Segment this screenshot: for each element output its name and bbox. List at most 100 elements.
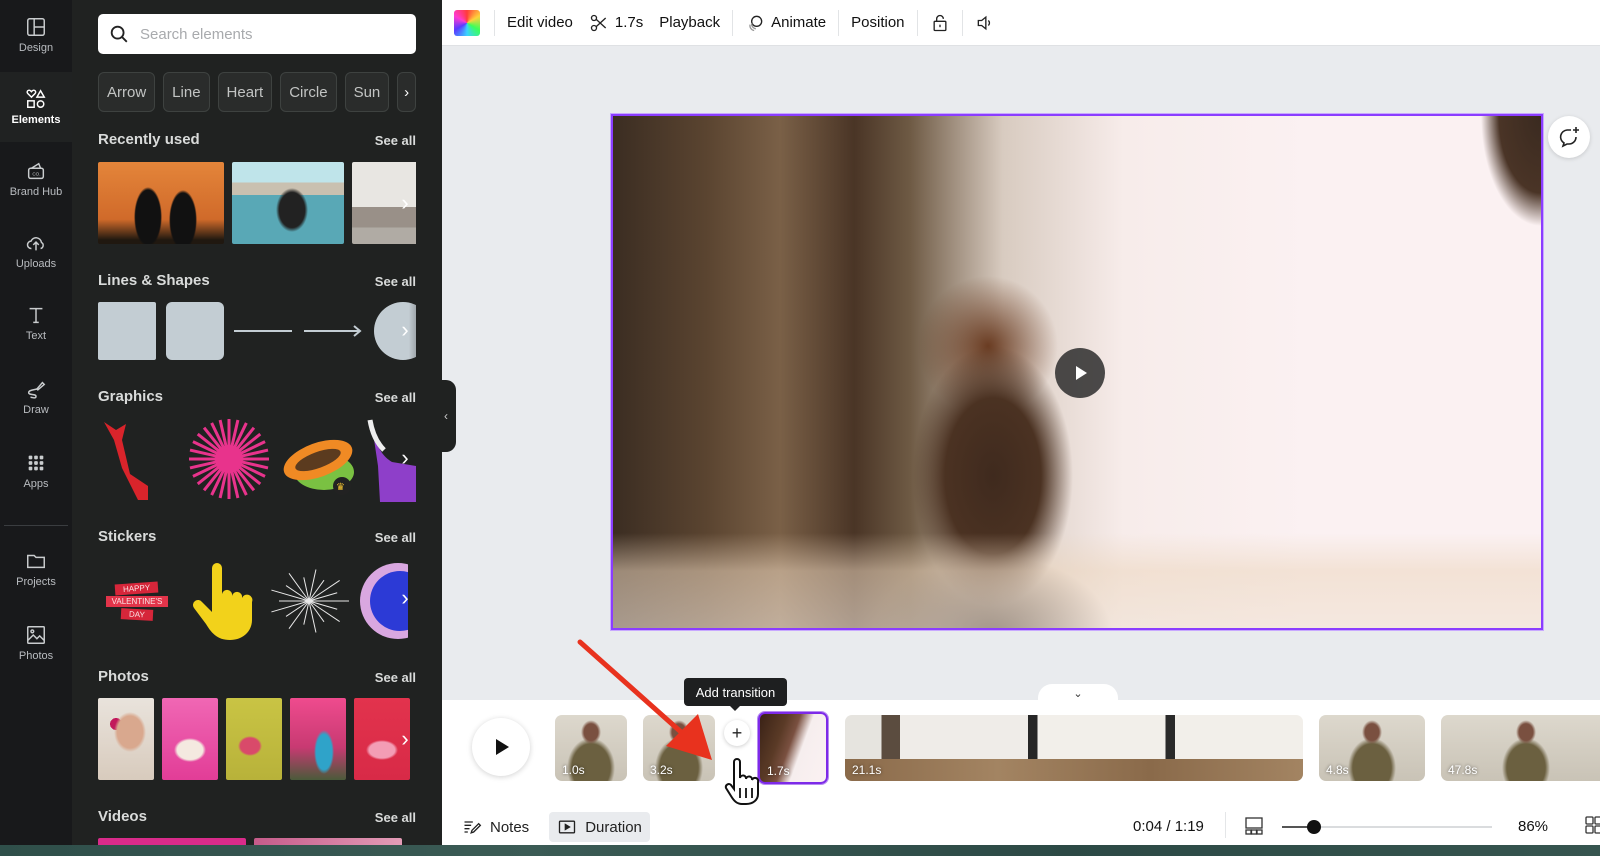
photos-next-button[interactable]: ›: [394, 721, 416, 757]
edit-video-button[interactable]: Edit video: [495, 0, 585, 46]
sidebar-item-label: Design: [18, 42, 54, 54]
chevron-left-icon: ‹: [444, 409, 448, 423]
graphic-papaya[interactable]: ♛: [276, 416, 362, 502]
starburst-center: [215, 445, 243, 473]
sticker-yellow-hand[interactable]: [182, 560, 260, 642]
chips-next-button[interactable]: ›: [397, 72, 416, 112]
photo-two-women[interactable]: [290, 698, 346, 780]
video-thumb[interactable]: [254, 838, 402, 845]
graphic-pink-starburst[interactable]: [186, 416, 272, 502]
shape-square[interactable]: [98, 302, 156, 360]
thumbnail-view-icon[interactable]: [1244, 816, 1264, 836]
add-comment-button[interactable]: [1548, 116, 1590, 158]
graphics-row: ♛: [98, 416, 416, 502]
shape-arrow-line[interactable]: [302, 302, 364, 360]
timeline-clip[interactable]: 4.8s: [1319, 715, 1425, 781]
graphic-red-hand[interactable]: [98, 416, 182, 502]
video-thumb[interactable]: [98, 838, 246, 845]
sidebar-item-projects[interactable]: Projects: [0, 534, 72, 604]
svg-text:CO.: CO.: [32, 172, 40, 177]
chevron-right-icon: ›: [401, 445, 409, 470]
position-label: Position: [851, 14, 905, 31]
timeline-toggle-button[interactable]: ⌄: [1038, 684, 1118, 702]
playback-button[interactable]: Playback: [655, 0, 732, 46]
timeline-clip-selected[interactable]: 1.7s: [757, 711, 829, 785]
chip-arrow[interactable]: Arrow: [98, 72, 156, 112]
notes-button[interactable]: Notes: [454, 812, 537, 842]
pointing-hand-graphic: [193, 563, 253, 640]
see-all-lines-shapes[interactable]: See all: [375, 274, 416, 289]
see-all-graphics[interactable]: See all: [375, 390, 416, 405]
color-picker-button[interactable]: [454, 9, 480, 36]
canvas-play-button[interactable]: [1055, 348, 1105, 398]
shape-rounded-square[interactable]: [166, 302, 224, 360]
chip-heart[interactable]: Heart: [217, 72, 273, 112]
cloud-upload-icon: [26, 237, 44, 251]
sticker-sparkle[interactable]: [266, 560, 352, 642]
comment-add-icon: [1559, 127, 1579, 148]
chip-line[interactable]: Line: [163, 72, 210, 112]
sidebar-item-design[interactable]: Design: [0, 0, 72, 70]
sidebar-item-uploads[interactable]: Uploads: [0, 216, 72, 286]
chevron-right-icon: ›: [404, 83, 410, 101]
timeline-clip[interactable]: 21.1s: [845, 715, 1303, 781]
shape-line[interactable]: [234, 302, 292, 360]
scissors-icon: [590, 14, 606, 31]
sidebar-item-brand-hub[interactable]: CO. Brand Hub: [0, 144, 72, 214]
position-button[interactable]: Position: [839, 0, 916, 46]
sidebar-item-label: Apps: [23, 478, 49, 490]
trim-button[interactable]: 1.7s: [585, 0, 655, 46]
animate-button[interactable]: Animate: [733, 0, 838, 46]
sparkle-ray: [271, 589, 310, 602]
clip-duration: 1.7s: [767, 764, 790, 778]
timeline-play-button[interactable]: [472, 718, 530, 776]
collapse-panel-button[interactable]: ‹: [436, 380, 456, 452]
timeline-clip[interactable]: 47.8s: [1441, 715, 1600, 781]
section-title-photos: Photos: [98, 668, 149, 685]
sidebar-item-label: Elements: [11, 114, 61, 126]
duration-button[interactable]: Duration: [549, 812, 650, 842]
sticker-text-line: VALENTINE'S: [105, 595, 169, 607]
lock-button[interactable]: [918, 0, 962, 46]
photo-woman-flower[interactable]: [98, 698, 154, 780]
sidebar-item-label: Uploads: [15, 258, 57, 270]
add-transition-tooltip: Add transition: [684, 678, 787, 711]
add-transition-button[interactable]: +: [724, 720, 750, 746]
timeline-clip[interactable]: 1.0s: [555, 715, 627, 781]
volume-button[interactable]: [963, 0, 1007, 46]
search-input[interactable]: [140, 25, 400, 43]
recent-item-silhouettes[interactable]: [98, 162, 224, 244]
see-all-recently-used[interactable]: See all: [375, 133, 416, 148]
sidebar-item-draw[interactable]: Draw: [0, 362, 72, 432]
photo-pink-cake[interactable]: [162, 698, 218, 780]
sparkle-burst-graphic: [271, 569, 349, 633]
grid-view-icon[interactable]: [1584, 815, 1600, 835]
see-all-stickers[interactable]: See all: [375, 530, 416, 545]
timeline-clip[interactable]: 3.2s: [643, 715, 715, 781]
sidebar-item-elements[interactable]: Elements: [0, 72, 72, 142]
zoom-slider[interactable]: [1282, 817, 1492, 837]
shapes-next-button[interactable]: ›: [394, 312, 416, 348]
chevron-right-icon: ›: [401, 726, 409, 751]
section-title-stickers: Stickers: [98, 528, 157, 545]
chip-sun[interactable]: Sun: [344, 72, 390, 112]
search-box[interactable]: [98, 14, 416, 54]
sidebar-item-apps[interactable]: Apps: [0, 436, 72, 506]
zoom-slider-handle[interactable]: [1306, 820, 1321, 834]
sticker-valentines[interactable]: HAPPY VALENTINE'S DAY: [98, 560, 176, 642]
sidebar-item-text[interactable]: Text: [0, 288, 72, 358]
zoom-percentage[interactable]: 86%: [1518, 818, 1548, 835]
draw-icon: [27, 381, 46, 399]
graphics-next-button[interactable]: ›: [394, 440, 416, 476]
video-frame-foliage: [1451, 116, 1541, 226]
recent-item-cyclist[interactable]: [232, 162, 344, 244]
sidebar-item-photos[interactable]: Photos: [0, 608, 72, 678]
see-all-videos[interactable]: See all: [375, 810, 416, 825]
recently-used-next-button[interactable]: ›: [394, 185, 416, 221]
video-duration-icon: [559, 820, 576, 834]
stickers-next-button[interactable]: ›: [394, 580, 416, 616]
svg-text:♛: ♛: [336, 482, 345, 493]
chip-circle[interactable]: Circle: [280, 72, 337, 112]
see-all-photos[interactable]: See all: [375, 670, 416, 685]
photo-green-outfit[interactable]: [226, 698, 282, 780]
